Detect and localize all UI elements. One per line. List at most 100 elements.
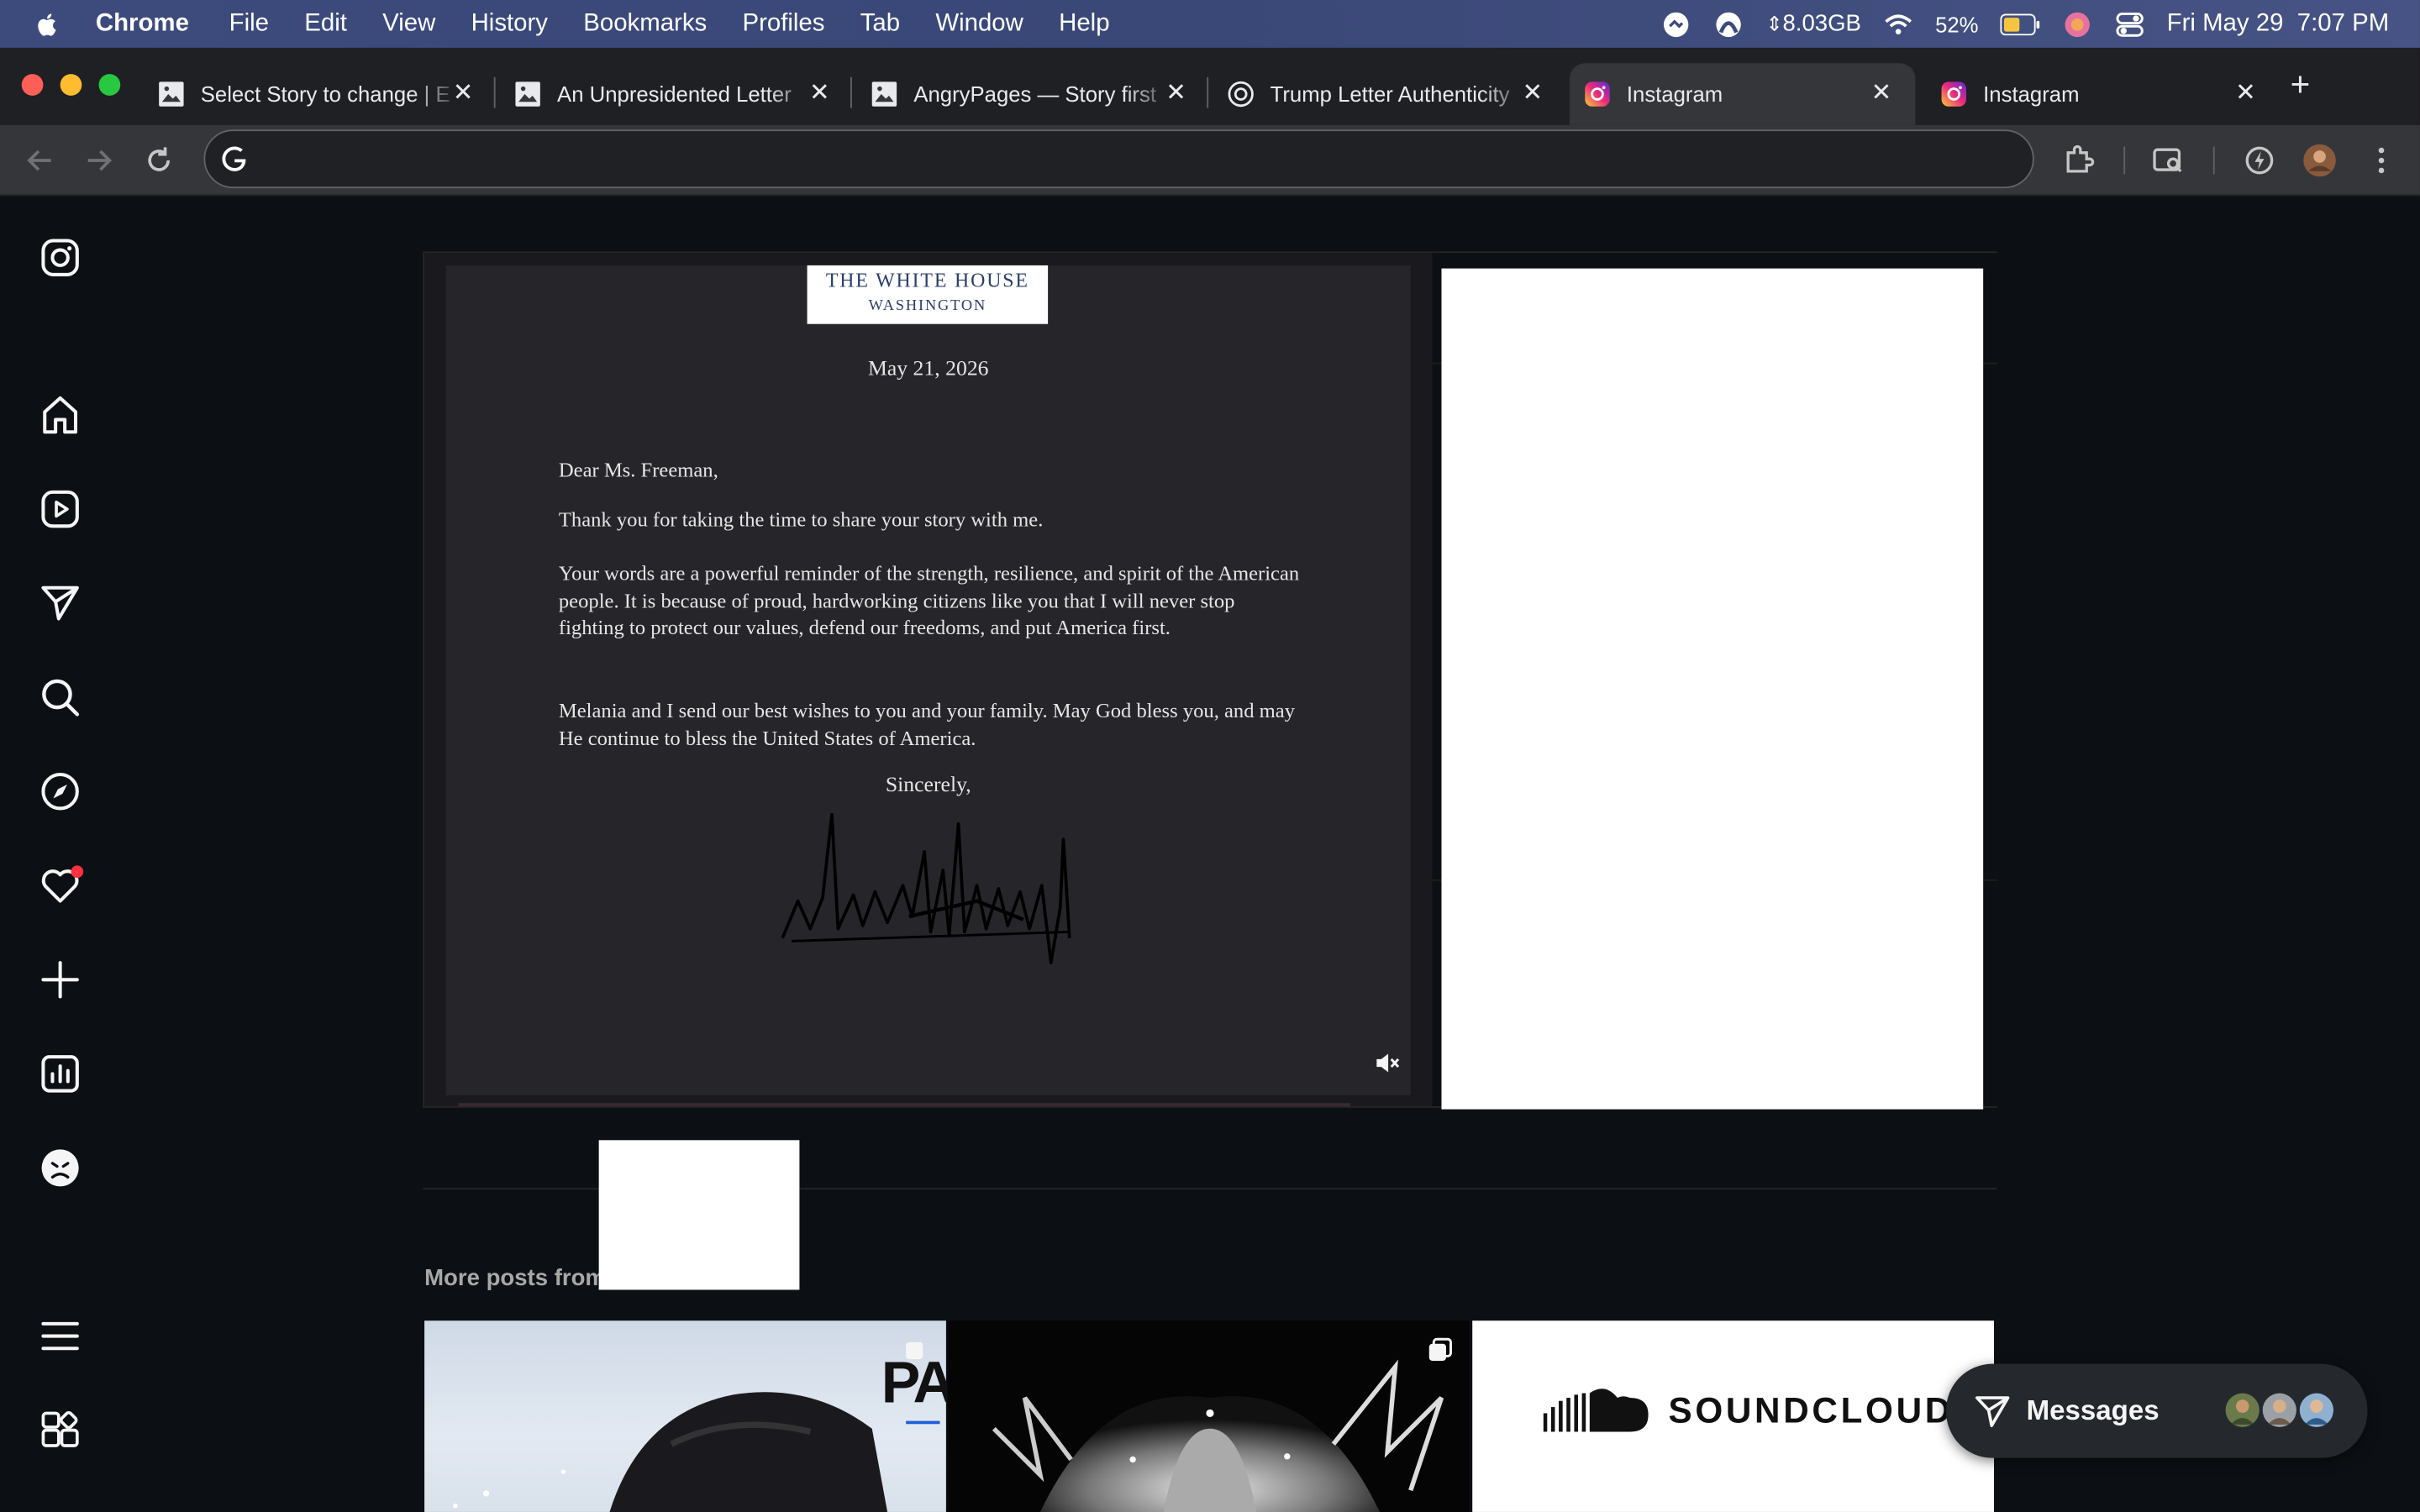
toolbar-divider [2212,146,2215,175]
create-plus-icon[interactable] [39,958,82,1001]
also-from-meta-icon[interactable] [39,1410,82,1453]
control-center-icon[interactable] [2114,8,2145,39]
reload-icon[interactable] [142,144,176,177]
menu-edit[interactable]: Edit [304,10,347,38]
menu-window[interactable]: Window [935,10,1023,38]
tab-title: Instagram [1626,81,1723,107]
menu-app-chrome[interactable]: Chrome [96,10,189,38]
letterhead-subtitle: WASHINGTON [868,297,987,315]
search-icon[interactable] [39,675,82,718]
tab-select-story[interactable]: Select Story to change | E ✕ [157,63,475,124]
disco-sculpture-image [992,1359,1444,1512]
messages-send-icon[interactable] [39,581,82,624]
soundcloud-logo-icon [1543,1389,1649,1432]
status-app-icon[interactable] [1661,8,1692,39]
tab-instagram-active[interactable]: Instagram ✕ [1569,63,1916,125]
letter-paragraph-1: Thank you for taking the time to share y… [558,507,1044,531]
battery-icon[interactable] [2000,13,2040,35]
menu-tab[interactable]: Tab [860,10,900,38]
home-icon[interactable] [39,393,82,436]
messages-send-icon [1975,1396,2010,1427]
letter-date: May 21, 2026 [867,358,989,381]
explore-compass-icon[interactable] [39,770,82,813]
thumb1-brand-underline [906,1420,940,1425]
post-container: THE WHITE HOUSE WASHINGTON May 21, 2026 … [423,251,1997,1110]
memory-arrow-icon: ⇕ [1765,11,1783,35]
menu-view[interactable]: View [382,10,435,38]
memory-readout: ⇕ 8.03GB [1765,11,1860,37]
letter-paragraph-3: Melania and I send our best wishes to yo… [558,699,1296,750]
tab-title: Trump Letter Authenticity [1270,81,1510,107]
post-thumbnail-2[interactable] [947,1320,1470,1512]
siri-icon[interactable] [2062,8,2093,39]
post-thumbnail-1[interactable] [424,1320,946,1512]
arc-icon[interactable] [1713,8,1744,39]
tab-close-icon[interactable]: ✕ [450,81,475,106]
tab-close-icon[interactable]: ✕ [2233,81,2258,106]
letter-closing: Sincerely, [885,774,971,798]
instagram-icon [1585,81,1610,107]
notification-dot [71,865,84,879]
menu-file[interactable]: File [229,10,269,38]
memory-value: 8.03GB [1782,10,1861,38]
window-minimize-button[interactable] [60,74,82,96]
tab-angrypages[interactable]: AngryPages — Story first ✕ [871,63,1188,124]
insights-chart-icon[interactable] [39,1053,82,1095]
menu-bookmarks[interactable]: Bookmarks [583,10,707,38]
more-menu-icon[interactable] [39,1315,82,1357]
tab-close-icon[interactable]: ✕ [808,81,832,106]
apple-icon[interactable] [34,10,61,38]
address-bar[interactable] [203,129,2034,189]
broken-image-icon [159,81,184,107]
menu-help[interactable]: Help [1059,10,1109,38]
window-close-button[interactable] [21,74,44,96]
carousel-icon [1428,1337,1452,1361]
messages-button[interactable]: Messages [1946,1363,2368,1458]
instagram-sidebar [0,197,121,1512]
extensions-puzzle-icon[interactable] [2062,144,2096,177]
tab-search-icon[interactable] [2151,144,2185,177]
instagram-logo-icon[interactable] [39,236,82,279]
menubar-clock[interactable]: Fri May 29 7:07 PM [2167,10,2390,38]
back-arrow-icon[interactable] [24,144,57,177]
profile-avatar[interactable] [2302,144,2336,177]
screen: Chrome File Edit View History Bookmarks … [0,0,2420,1512]
url-input[interactable] [266,140,1965,178]
tab-close-icon[interactable]: ✕ [1164,81,1188,106]
battery-percentage: 52% [1935,11,1979,37]
letter-salutation: Dear Ms. Freeman, [558,458,718,482]
chrome-menu-icon[interactable] [2365,144,2398,177]
tab-close-icon[interactable]: ✕ [1520,81,1544,106]
google-icon [222,146,246,171]
post-media[interactable]: THE WHITE HOUSE WASHINGTON May 21, 2026 … [424,253,1433,1106]
profile-avatar-icon[interactable] [39,1147,82,1189]
instagram-icon [1941,81,1966,107]
macos-menubar: Chrome File Edit View History Bookmarks … [0,0,2420,48]
broken-image-icon [871,81,897,107]
chrome-toolbar [0,124,2420,197]
openai-icon [1228,81,1254,108]
broken-image-icon [515,81,540,107]
tab-unpresidented-letter[interactable]: An Unpresidented Letter ✕ [514,63,832,124]
performance-icon[interactable] [2243,144,2276,177]
redacted-panel [1441,268,1984,1110]
forward-arrow-icon[interactable] [82,144,115,177]
tab-separator [493,76,496,108]
new-tab-button[interactable]: + [2291,67,2322,105]
menu-history[interactable]: History [471,10,548,38]
tab-instagram[interactable]: Instagram ✕ [1940,63,2258,124]
avatar [2259,1389,2300,1431]
tab-trump-letter-authenticity[interactable]: Trump Letter Authenticity ✕ [1227,63,1544,124]
letter-image: THE WHITE HOUSE WASHINGTON May 21, 2026 … [445,265,1411,1096]
mute-speaker-icon[interactable] [1374,1049,1402,1077]
redacted-username-box [598,1140,800,1290]
tab-separator [850,76,852,108]
tab-title: An Unpresidented Letter [557,81,792,107]
menu-profiles[interactable]: Profiles [742,10,824,38]
wifi-icon[interactable] [1883,8,1914,39]
tab-close-icon[interactable]: ✕ [1869,81,1893,106]
messages-label: Messages [2026,1394,2160,1426]
reels-icon[interactable] [39,487,82,530]
window-zoom-button[interactable] [98,74,121,96]
media-progress-bar [458,1103,1351,1106]
